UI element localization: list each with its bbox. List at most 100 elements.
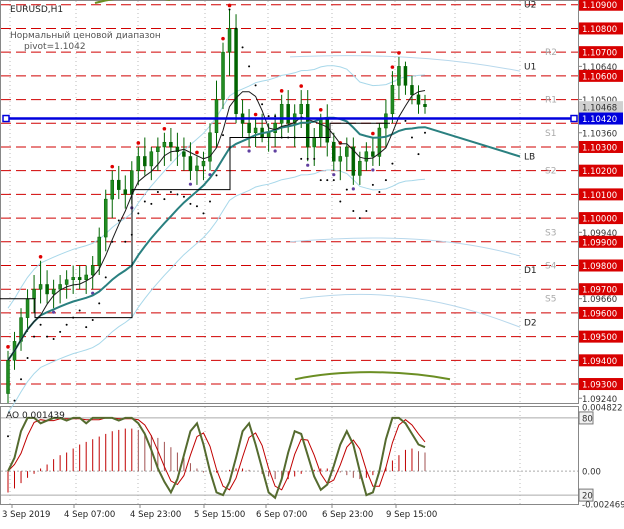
price-tick-label: 1.09600 (582, 309, 617, 319)
candle-body (253, 127, 258, 134)
forex-chart: U2 R2 U1 R1 S1 LB S2 S3 S4 D1 S5 D2 1.10900 1.10800 1… (0, 0, 624, 525)
fractal-up (110, 164, 115, 169)
fractal-up (371, 131, 375, 136)
sar-dot (384, 179, 387, 182)
candles (6, 3, 427, 403)
sar-dot (117, 219, 120, 222)
sar-dot (241, 46, 244, 49)
candle-body (156, 146, 160, 152)
fractal-up (390, 65, 395, 69)
candle-body (345, 146, 349, 157)
fractal-up (162, 126, 167, 131)
osc-tick-label: -0.002469 (582, 501, 624, 511)
sar-dot (20, 378, 23, 381)
sar-dot (78, 309, 81, 312)
price-tick-label: 1.10360 (582, 129, 617, 139)
sar-dot (137, 212, 140, 215)
fractal-up (299, 84, 304, 88)
sar-dot (215, 174, 218, 177)
sar-dot (65, 323, 68, 326)
fractal-up (6, 345, 10, 349)
fractal-down (306, 163, 310, 167)
sar-dot (248, 65, 251, 68)
price-tick-label: 1.09500 (582, 333, 617, 343)
pivot-handle-right (570, 114, 578, 123)
candle-body (77, 277, 82, 280)
sar-dot (319, 179, 322, 182)
fractal-down (52, 310, 56, 314)
pivot-levels: U2 R2 U1 R1 S1 LB S2 S3 S4 D1 S5 D2 (1, 1, 578, 385)
level-label: R1 (545, 96, 557, 106)
price-axis: 1.109001.108001.107001.106401.106001.105… (578, 0, 623, 405)
fractal-up (318, 107, 323, 112)
price-tick-label: 1.10900 (582, 1, 617, 11)
sar-dot (26, 356, 29, 359)
sar-dot (332, 179, 335, 182)
candle-body (221, 51, 225, 100)
level-label: S3 (545, 228, 556, 238)
candle-body (25, 298, 30, 318)
pivot-handle-left (2, 114, 10, 123)
candle-body (188, 156, 193, 171)
candle-body (299, 104, 303, 115)
sar-dot (326, 179, 329, 182)
sar-dot (274, 115, 277, 118)
sar-dot (39, 323, 42, 326)
candle-body (410, 85, 414, 96)
sar-dot (143, 200, 146, 203)
osc-tick-label: 0.00 (582, 468, 601, 478)
sar-dot (410, 136, 413, 139)
sar-dot (352, 209, 355, 212)
candle-body (227, 28, 232, 53)
candle-body (136, 156, 141, 171)
candle-body (103, 198, 108, 238)
candle-body (162, 141, 167, 148)
pivot-line[interactable] (2, 114, 578, 123)
candle-body (371, 151, 375, 157)
candle-body (423, 104, 427, 107)
sar-dot (306, 157, 309, 160)
level-label: S4 (545, 262, 557, 272)
price-tick-label: 1.09400 (582, 357, 617, 367)
fractal-up (279, 89, 284, 93)
candle-body (201, 160, 206, 167)
ma-slow (7, 116, 521, 361)
candle-body (364, 151, 369, 162)
sar-dot (91, 319, 94, 322)
price-tick-label: 1.10420 (582, 115, 617, 125)
sar-dot (104, 276, 107, 279)
time-tick-label: 4 Sep 23:00 (130, 510, 181, 520)
sar-dot (424, 131, 426, 134)
sar-dot (267, 115, 270, 118)
time-tick-label: 6 Sep 07:00 (256, 510, 307, 520)
candle-body (279, 104, 284, 124)
candle-body (97, 236, 101, 266)
candle-body (273, 123, 277, 134)
fractal-up (195, 150, 199, 155)
sar-dot (404, 119, 407, 122)
sar-dot (417, 153, 420, 156)
band-lower (7, 169, 426, 413)
candle-body (312, 137, 316, 148)
candle-body (397, 66, 401, 86)
fractal-up (136, 141, 141, 145)
lower-curve (294, 371, 451, 381)
sar-dot (254, 84, 257, 87)
price-tick-label: 1.09800 (582, 262, 617, 272)
fractal-up (221, 36, 225, 41)
candle-body (32, 288, 36, 299)
candle-body (110, 179, 114, 200)
bollinger-bands (7, 55, 521, 413)
candle-body (169, 141, 173, 148)
candle-body (38, 284, 43, 290)
candle-body (58, 284, 62, 290)
candle-body (338, 156, 343, 162)
level-label: U2 (524, 1, 536, 11)
indicator-title: Нормальный ценовой диапазон (10, 31, 161, 41)
price-tick-label: 1.10468 (582, 104, 617, 114)
sar-dot (365, 209, 368, 212)
candle-body (332, 141, 336, 162)
sar-dot (169, 191, 172, 194)
candle-body (51, 288, 56, 295)
pivot-subtitle: pivot=1.1042 (24, 42, 86, 52)
